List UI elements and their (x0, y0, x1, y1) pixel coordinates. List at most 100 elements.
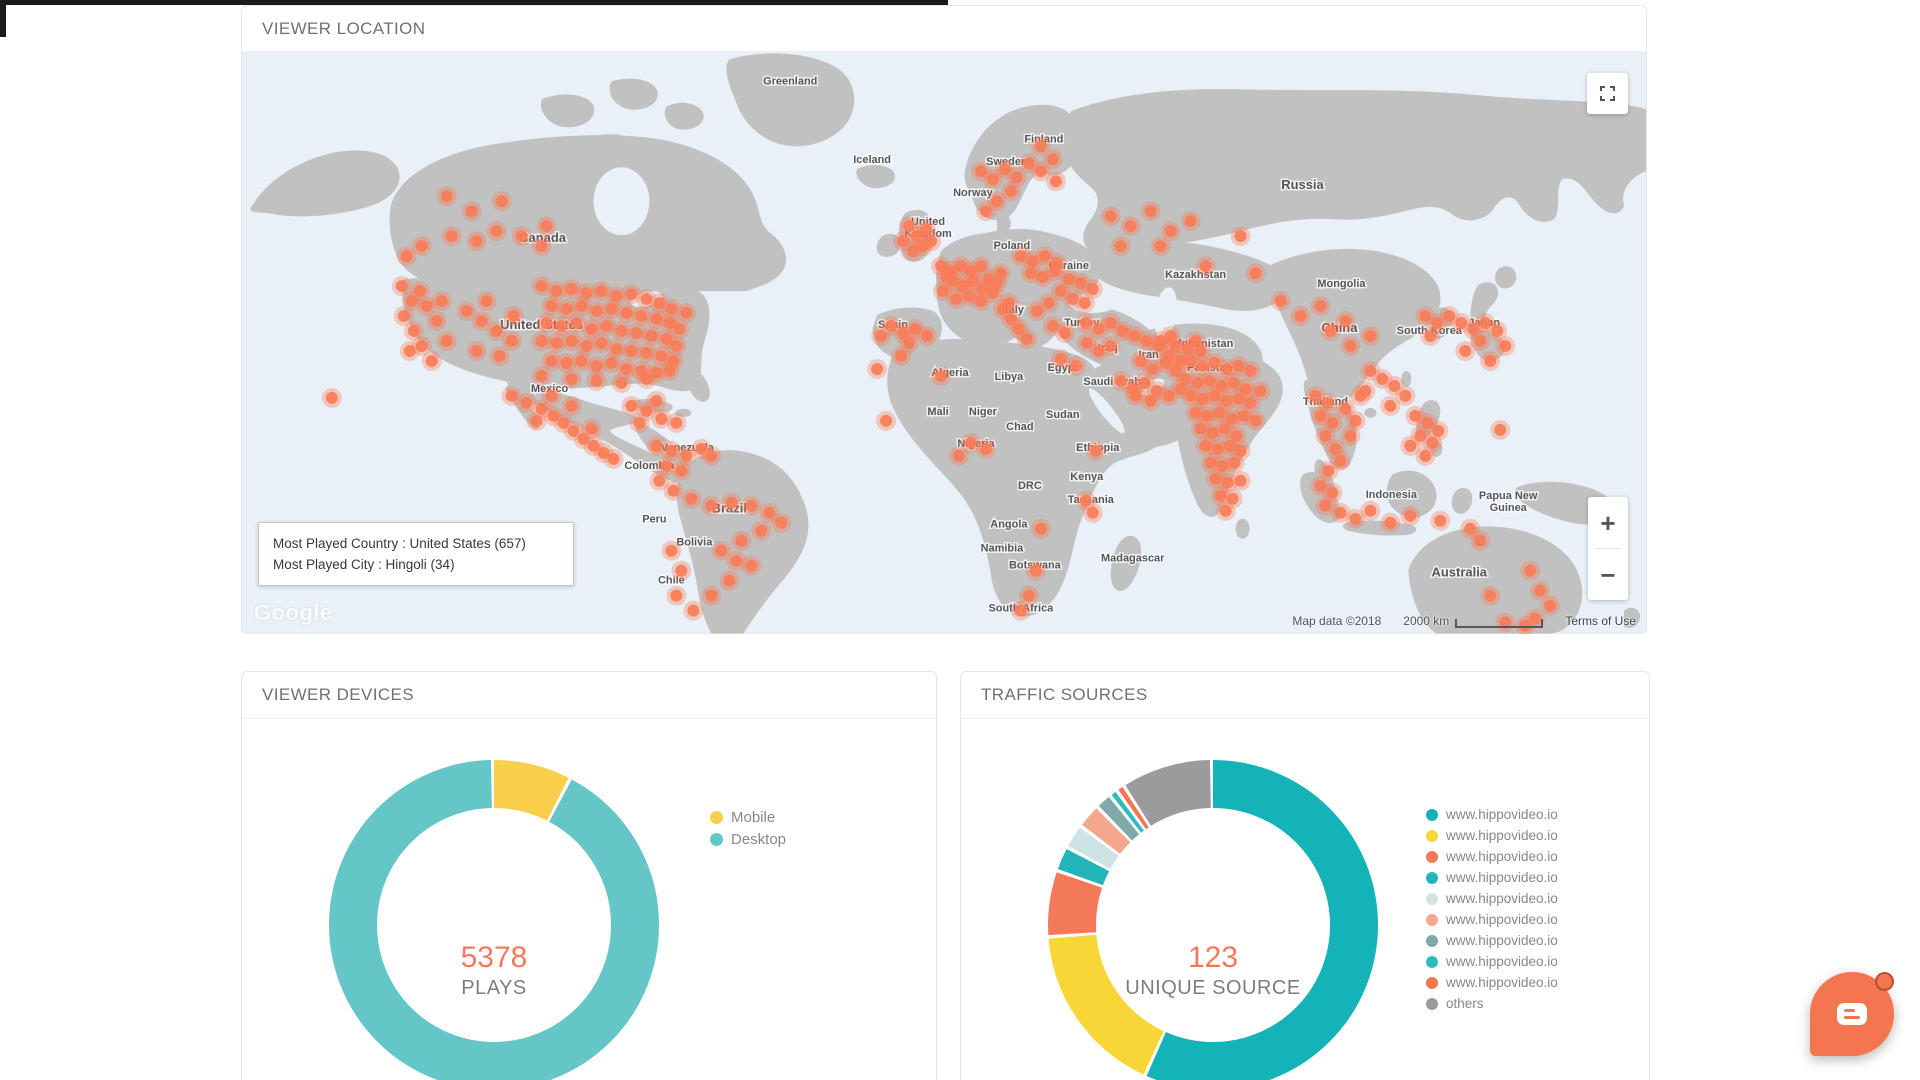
viewer-dot (1220, 505, 1232, 517)
viewer-dot (670, 340, 682, 352)
viewer-dot (650, 395, 662, 407)
viewer-dot (921, 330, 933, 342)
viewer-dot (566, 373, 578, 385)
map-scale-text: 2000 km (1403, 614, 1449, 628)
zoom-out-button[interactable]: − (1588, 549, 1628, 600)
viewer-dot (1031, 305, 1043, 317)
viewer-dot (546, 390, 558, 402)
viewer-dot (398, 310, 410, 322)
legend-item[interactable]: others (1426, 993, 1558, 1014)
viewer-dot (506, 335, 518, 347)
viewer-dot (1235, 475, 1247, 487)
viewer-dot (1047, 153, 1059, 165)
legend-label: Mobile (731, 809, 775, 826)
viewer-dot (875, 330, 887, 342)
viewer-dot (680, 307, 692, 319)
viewer-dot (561, 303, 573, 315)
country-label: Australia (1432, 565, 1488, 580)
legend-item[interactable]: www.hippovideo.io (1426, 825, 1558, 846)
legend-item[interactable]: www.hippovideo.io (1426, 951, 1558, 972)
world-map[interactable]: GreenlandIcelandCanadaUnited StatesMexic… (242, 51, 1646, 634)
traffic-sources-panel: TRAFFIC SOURCES 123 UNIQUE SOURCE www.hi… (960, 671, 1650, 1080)
legend-swatch (1426, 872, 1438, 884)
viewer-dot (1349, 513, 1361, 525)
viewer-dot (1015, 605, 1027, 617)
viewer-dot (476, 315, 488, 327)
viewer-dot (1087, 283, 1099, 295)
viewer-dot (675, 565, 687, 577)
viewer-dot (1491, 325, 1503, 337)
viewer-dot (1105, 210, 1117, 222)
legend-item[interactable]: Mobile (710, 806, 786, 828)
devices-donut-chart[interactable] (324, 755, 664, 1080)
viewer-dot (1070, 360, 1082, 372)
viewer-dot (1544, 600, 1556, 612)
legend-label: www.hippovideo.io (1446, 870, 1558, 885)
viewer-dot (650, 440, 662, 452)
viewer-dot (663, 365, 675, 377)
viewer-dot (1185, 215, 1197, 227)
legend-swatch (710, 833, 723, 846)
viewer-dot (1115, 240, 1127, 252)
viewer-dot (980, 205, 992, 217)
viewer-location-title: VIEWER LOCATION (262, 19, 425, 39)
country-label: Namibia (981, 543, 1025, 555)
viewer-dot (665, 545, 677, 557)
legend-item[interactable]: www.hippovideo.io (1426, 930, 1558, 951)
traffic-donut-chart[interactable] (1043, 755, 1383, 1080)
viewer-dot (633, 417, 645, 429)
viewer-dot (735, 535, 747, 547)
country-label: Russia (1281, 177, 1324, 192)
viewer-dot (755, 525, 767, 537)
chat-notification-badge (1875, 972, 1894, 991)
viewer-dot (745, 500, 757, 512)
chat-widget-button[interactable] (1810, 972, 1894, 1056)
chat-bubble-icon (1837, 1003, 1867, 1025)
viewer-devices-panel: VIEWER DEVICES 5378 PLAYS MobileDesktop (241, 671, 937, 1080)
legend-swatch (1426, 956, 1438, 968)
devices-legend: Mobile Desktop (710, 806, 786, 850)
viewer-dot (1524, 565, 1536, 577)
legend-item[interactable]: www.hippovideo.io (1426, 804, 1558, 825)
legend-swatch (1426, 977, 1438, 989)
viewer-dot (1155, 335, 1167, 347)
fullscreen-button[interactable] (1587, 73, 1628, 114)
viewer-dot (1404, 440, 1416, 452)
viewer-dot (1030, 565, 1042, 577)
viewer-dot (1145, 205, 1157, 217)
legend-label: www.hippovideo.io (1446, 828, 1558, 843)
traffic-sources-header: TRAFFIC SOURCES (961, 672, 1649, 719)
most-played-country: Most Played Country : United States (657… (273, 533, 559, 554)
legend-item[interactable]: www.hippovideo.io (1426, 867, 1558, 888)
viewer-dot (895, 350, 907, 362)
legend-label: Desktop (731, 831, 786, 848)
left-border-artifact (0, 0, 6, 37)
viewer-dot (1474, 335, 1486, 347)
viewer-dot (670, 417, 682, 429)
viewer-dot (536, 240, 548, 252)
legend-label: www.hippovideo.io (1446, 891, 1558, 906)
viewer-dot (940, 270, 952, 282)
viewer-dot (446, 230, 458, 242)
donut-slice[interactable] (353, 784, 635, 1066)
viewer-dot (431, 315, 443, 327)
legend-swatch (1426, 914, 1438, 926)
viewer-dot (441, 190, 453, 202)
legend-item[interactable]: www.hippovideo.io (1426, 909, 1558, 930)
zoom-in-button[interactable]: + (1588, 497, 1628, 548)
legend-item[interactable]: www.hippovideo.io (1426, 846, 1558, 867)
legend-item[interactable]: Desktop (710, 828, 786, 850)
terms-of-use-link[interactable]: Terms of Use (1565, 614, 1636, 628)
viewer-dot (620, 307, 632, 319)
viewer-dot (1339, 315, 1351, 327)
viewer-dot (1344, 430, 1356, 442)
viewer-dot (705, 450, 717, 462)
country-label: Peru (642, 514, 666, 526)
viewer-dot (566, 283, 578, 295)
viewer-dot (1235, 230, 1247, 242)
viewer-dot (1474, 535, 1486, 547)
viewer-dot (1250, 415, 1262, 427)
legend-item[interactable]: www.hippovideo.io (1426, 888, 1558, 909)
legend-item[interactable]: www.hippovideo.io (1426, 972, 1558, 993)
map-scale: 2000 km (1403, 614, 1543, 628)
